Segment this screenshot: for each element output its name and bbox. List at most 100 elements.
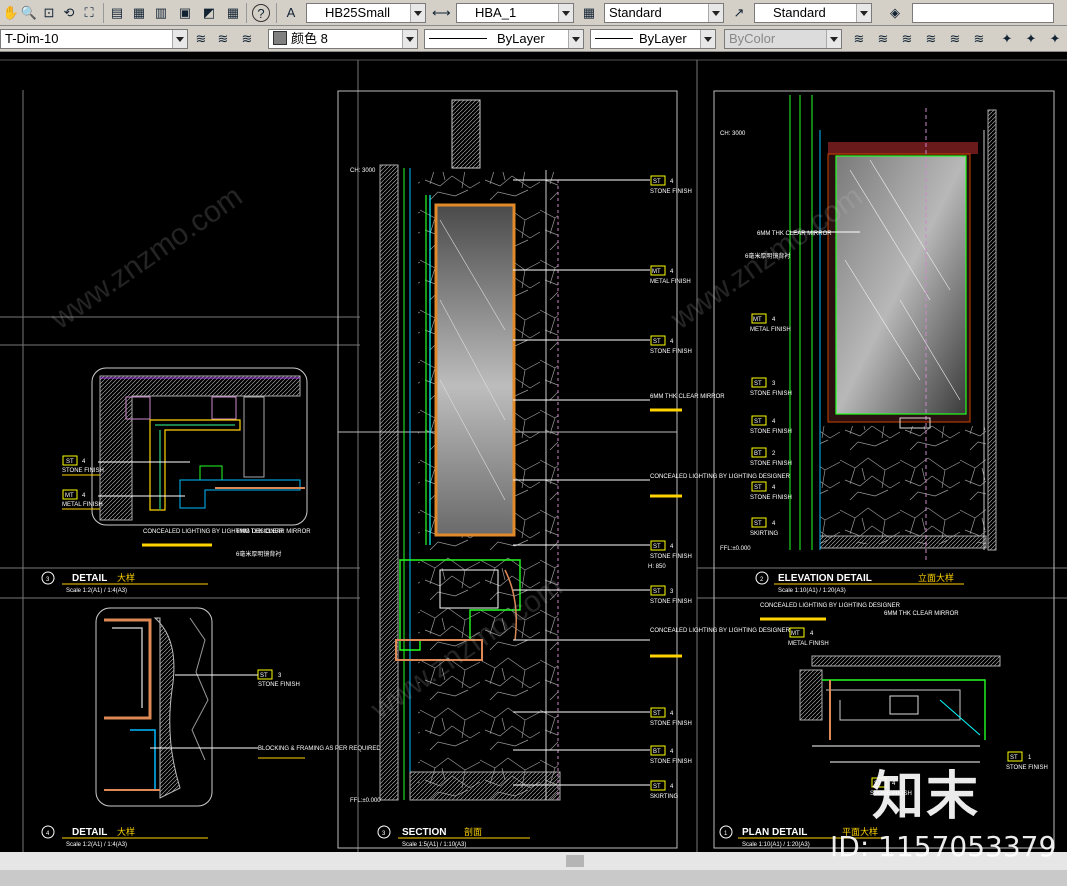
svg-text:1: 1 (1028, 755, 1032, 761)
svg-text:ST: ST (653, 711, 661, 717)
svg-text:BT: BT (653, 749, 661, 755)
tool-palettes-icon[interactable]: ▥ (152, 4, 170, 22)
make-object-layer-current-icon[interactable]: ≋ (192, 30, 210, 48)
svg-text:MT: MT (791, 631, 800, 637)
svg-text:METAL FINISH: METAL FINISH (62, 502, 103, 508)
layer-tool-icon-7[interactable]: ✦ (998, 30, 1016, 48)
svg-text:METAL FINISH: METAL FINISH (788, 641, 829, 647)
svg-text:Scale 1:10(A1) / 1:20(A3): Scale 1:10(A1) / 1:20(A3) (778, 588, 846, 594)
svg-text:ST: ST (653, 589, 661, 595)
svg-text:ST: ST (1010, 755, 1018, 761)
svg-text:Scale 1:2(A1) / 1:4(A3): Scale 1:2(A1) / 1:4(A3) (66, 588, 127, 594)
svg-text:4: 4 (82, 493, 86, 499)
dim-style-select[interactable]: HBA_1 (456, 3, 574, 23)
layer-tool-icon-6[interactable]: ≋ (970, 30, 988, 48)
svg-text:4: 4 (670, 179, 674, 185)
svg-text:STONE FINISH: STONE FINISH (258, 682, 300, 688)
layer-tool-icon-2[interactable]: ≋ (874, 30, 892, 48)
scrollbar-thumb[interactable] (566, 855, 584, 867)
layer-tool-icon-4[interactable]: ≋ (922, 30, 940, 48)
svg-text:CONCEALED LIGHTING BY LIGHTING: CONCEALED LIGHTING BY LIGHTING DESIGNER (760, 603, 901, 609)
drawing-canvas[interactable]: ST 4 STONE FINISH MT 4 METAL FINISH CONC… (0, 52, 1067, 852)
svg-text:4: 4 (772, 485, 776, 491)
svg-text:ST: ST (754, 381, 762, 387)
layer-tool-icon-5[interactable]: ≋ (946, 30, 964, 48)
svg-text:CH: 3000: CH: 3000 (350, 168, 376, 174)
svg-text:ST: ST (653, 544, 661, 550)
id-watermark: ID: 1157053379 (830, 830, 1057, 863)
svg-text:ST: ST (653, 339, 661, 345)
command-input[interactable] (912, 3, 1054, 23)
layer-properties-icon[interactable]: ◈ (886, 4, 904, 22)
layer-tool-icon-8[interactable]: ✦ (1022, 30, 1040, 48)
svg-text:4: 4 (670, 711, 674, 717)
text-style-select[interactable]: HB25Small (306, 3, 426, 23)
svg-text:FFL:±0.000: FFL:±0.000 (350, 798, 381, 804)
svg-text:4: 4 (772, 317, 776, 323)
svg-text:大样: 大样 (117, 826, 135, 837)
svg-text:4: 4 (772, 419, 776, 425)
multileader-style-icon[interactable]: ↗ (730, 4, 748, 22)
svg-text:ST: ST (66, 459, 74, 465)
status-bar (0, 870, 1067, 886)
layer-states-icon[interactable]: ≋ (238, 30, 256, 48)
svg-text:ST: ST (754, 419, 762, 425)
svg-text:BT: BT (754, 451, 762, 457)
svg-text:STONE FINISH: STONE FINISH (750, 495, 792, 501)
help-icon[interactable]: ? (252, 4, 270, 22)
svg-text:MT: MT (652, 269, 661, 275)
svg-text:4: 4 (670, 749, 674, 755)
svg-text:4: 4 (670, 339, 674, 345)
svg-text:立面大样: 立面大样 (918, 572, 954, 583)
svg-text:3: 3 (382, 831, 386, 837)
svg-text:FFL:±0.000: FFL:±0.000 (720, 546, 751, 552)
svg-text:2: 2 (760, 577, 764, 583)
zoom-previous-icon[interactable]: ⟲ (60, 4, 78, 22)
svg-text:剖面: 剖面 (464, 826, 482, 837)
design-center-icon[interactable]: ▦ (130, 4, 148, 22)
svg-text:SKIRTING: SKIRTING (750, 531, 779, 537)
svg-text:ST: ST (754, 485, 762, 491)
svg-text:METAL FINISH: METAL FINISH (750, 327, 791, 333)
svg-text:4: 4 (670, 269, 674, 275)
zoom-window-icon[interactable]: ⊡ (40, 4, 58, 22)
layer-tool-icon-3[interactable]: ≋ (898, 30, 916, 48)
detail-3-drawing (91, 367, 308, 526)
layer-tool-icon-9[interactable]: ✦ (1046, 30, 1064, 48)
pan-icon[interactable]: ✋ (2, 4, 20, 22)
linetype-select[interactable]: ByLayer (424, 29, 584, 49)
elevation-drawing (789, 95, 997, 560)
brand-watermark: 知末 (872, 767, 981, 827)
text-style-icon[interactable]: A (282, 4, 300, 22)
layer-tool-icon-1[interactable]: ≋ (850, 30, 868, 48)
zoom-realtime-icon[interactable]: 🔍 (20, 4, 38, 22)
dim-style-icon[interactable]: ⟷ (432, 4, 451, 22)
svg-text:大样: 大样 (117, 572, 135, 583)
svg-text:ST: ST (260, 673, 268, 679)
zoom-extents-icon[interactable]: ⛶ (80, 4, 98, 22)
svg-text:METAL FINISH: METAL FINISH (650, 279, 691, 285)
toolbar-standard: ✋ 🔍 ⊡ ⟲ ⛶ ▤ ▦ ▥ ▣ ◩ ▦ ? A HB25Small ⟷ HB… (0, 0, 1067, 26)
svg-text:STONE FINISH: STONE FINISH (750, 391, 792, 397)
layer-select[interactable]: T-Dim-10 (0, 29, 188, 49)
svg-text:STONE FINISH: STONE FINISH (650, 759, 692, 765)
color-select[interactable]: 颜色 8 (268, 29, 418, 49)
table-style-select[interactable]: Standard (604, 3, 724, 23)
detail-4-title: DETAIL (72, 827, 107, 838)
layer-previous-icon[interactable]: ≋ (214, 30, 232, 48)
table-style-icon[interactable]: ▦ (580, 4, 598, 22)
svg-text:4: 4 (772, 521, 776, 527)
properties-icon[interactable]: ▤ (108, 4, 126, 22)
markup-icon[interactable]: ◩ (200, 4, 218, 22)
svg-text:4: 4 (82, 459, 86, 465)
multileader-style-select[interactable]: Standard (754, 3, 872, 23)
svg-text:CH: 3000: CH: 3000 (720, 131, 746, 137)
svg-text:STONE FINISH: STONE FINISH (1006, 765, 1048, 771)
svg-text:ST: ST (754, 521, 762, 527)
calculator-icon[interactable]: ▦ (224, 4, 242, 22)
svg-text:H: 850: H: 850 (648, 564, 666, 570)
lineweight-select[interactable]: ByLayer (590, 29, 716, 49)
sheet-set-icon[interactable]: ▣ (176, 4, 194, 22)
svg-text:STONE FINISH: STONE FINISH (650, 599, 692, 605)
svg-text:www.znzmo.com: www.znzmo.com (44, 180, 248, 337)
